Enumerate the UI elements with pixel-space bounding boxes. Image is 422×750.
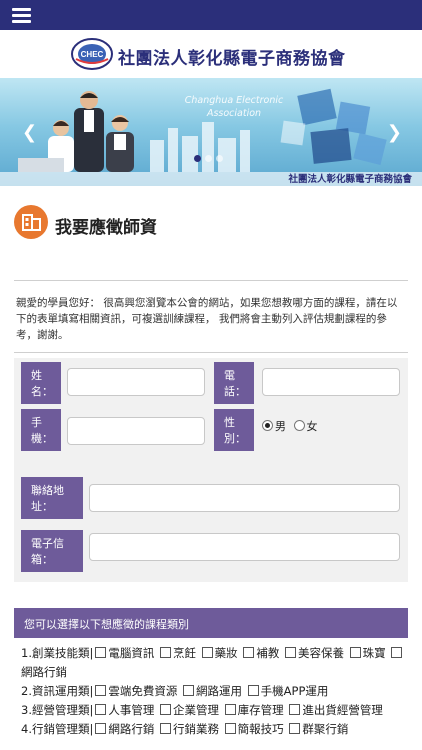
top-nav-bar: [0, 0, 422, 30]
category-label: 3.經營管理類|: [21, 703, 94, 717]
address-label: 聯絡地址：: [21, 477, 83, 519]
address-input[interactable]: [89, 484, 400, 512]
checkbox[interactable]: [284, 647, 296, 658]
gender-label: 性別：: [214, 409, 254, 451]
banner-footer-text: 社團法人彰化縣電子商務協會: [288, 174, 412, 185]
page-title: 我要應徵師資: [55, 218, 157, 238]
category-label: 2.資訊運用類|: [21, 684, 94, 698]
banner-english-caption: Changhua Electronic Association: [184, 95, 284, 119]
building-icon: [14, 205, 48, 239]
carousel-dot[interactable]: [194, 155, 201, 162]
category-label: 4.行銷管理類|: [21, 722, 94, 736]
category-section-header: 您可以選擇以下想應徵的課程類別: [14, 608, 408, 638]
category-row: 4.行銷管理類| 網路行銷 行銷業務 簡報技巧 群聚行銷: [21, 722, 349, 736]
checkbox[interactable]: [95, 647, 107, 658]
carousel-dot[interactable]: [216, 155, 223, 162]
name-input[interactable]: [67, 368, 205, 396]
email-label: 電子信箱：: [21, 530, 83, 572]
gender-male-label: 男: [275, 420, 286, 433]
chevron-left-icon[interactable]: ❮: [22, 122, 37, 143]
banner-carousel[interactable]: Changhua Electronic Association ❮ ❯ 社團法人彰…: [0, 78, 422, 186]
svg-text:CHEC: CHEC: [81, 50, 104, 59]
checkbox[interactable]: [289, 723, 301, 734]
organization-name: 社團法人彰化縣電子商務協會: [118, 49, 346, 69]
gender-radio-group: 男 女: [262, 418, 318, 434]
checkbox[interactable]: [183, 685, 195, 696]
name-label: 姓名：: [21, 362, 61, 404]
checkbox[interactable]: [391, 647, 403, 658]
email-input[interactable]: [89, 533, 400, 561]
checkbox[interactable]: [224, 704, 236, 715]
carousel-dot[interactable]: [205, 155, 212, 162]
checkbox[interactable]: [243, 647, 255, 658]
gender-female-radio[interactable]: [293, 420, 305, 431]
carousel-indicators: [194, 151, 227, 166]
checkbox[interactable]: [349, 647, 361, 658]
checkbox[interactable]: [160, 723, 172, 734]
phone-label: 電話：: [214, 362, 254, 404]
mobile-label: 手機：: [21, 409, 61, 451]
hamburger-menu-icon[interactable]: [12, 8, 31, 23]
gender-female-label: 女: [306, 420, 318, 433]
divider: [14, 352, 408, 353]
banner-footer-strip: 社團法人彰化縣電子商務協會: [0, 172, 422, 186]
category-label: 1.創業技能類|: [21, 646, 94, 660]
checkbox[interactable]: [95, 723, 107, 734]
mobile-input[interactable]: [67, 417, 205, 445]
category-row: 3.經營管理類| 人事管理 企業管理 庫存管理 進出貨經營管理: [21, 703, 383, 717]
checkbox[interactable]: [95, 704, 107, 715]
intro-text: 親愛的學員您好： 很高興您瀏覽本公會的網站，如果您想教哪方面的課程，請在以下的表…: [16, 297, 398, 341]
category-row: 1.創業技能類| 電腦資訊 烹飪 藥妝 補教 美容保養 珠寶 網路行銷: [21, 644, 407, 682]
course-category-list: 1.創業技能類| 電腦資訊 烹飪 藥妝 補教 美容保養 珠寶 網路行銷 2.資訊運…: [21, 644, 407, 739]
category-row: 2.資訊運用類| 雲端免費資源 網路運用 手機APP運用: [21, 684, 329, 698]
checkbox[interactable]: [160, 647, 172, 658]
checkbox[interactable]: [160, 704, 172, 715]
checkbox[interactable]: [289, 704, 301, 715]
checkbox[interactable]: [95, 685, 107, 696]
divider: [14, 280, 408, 281]
gender-male-radio[interactable]: [262, 420, 273, 431]
chevron-right-icon[interactable]: ❯: [387, 122, 402, 143]
site-header-logo[interactable]: CHEC 社團法人彰化縣電子商務協會: [0, 30, 422, 78]
checkbox[interactable]: [224, 723, 236, 734]
association-logo-icon: CHEC: [71, 38, 113, 70]
checkbox[interactable]: [247, 685, 259, 696]
checkbox[interactable]: [201, 647, 213, 658]
phone-input[interactable]: [262, 368, 400, 396]
